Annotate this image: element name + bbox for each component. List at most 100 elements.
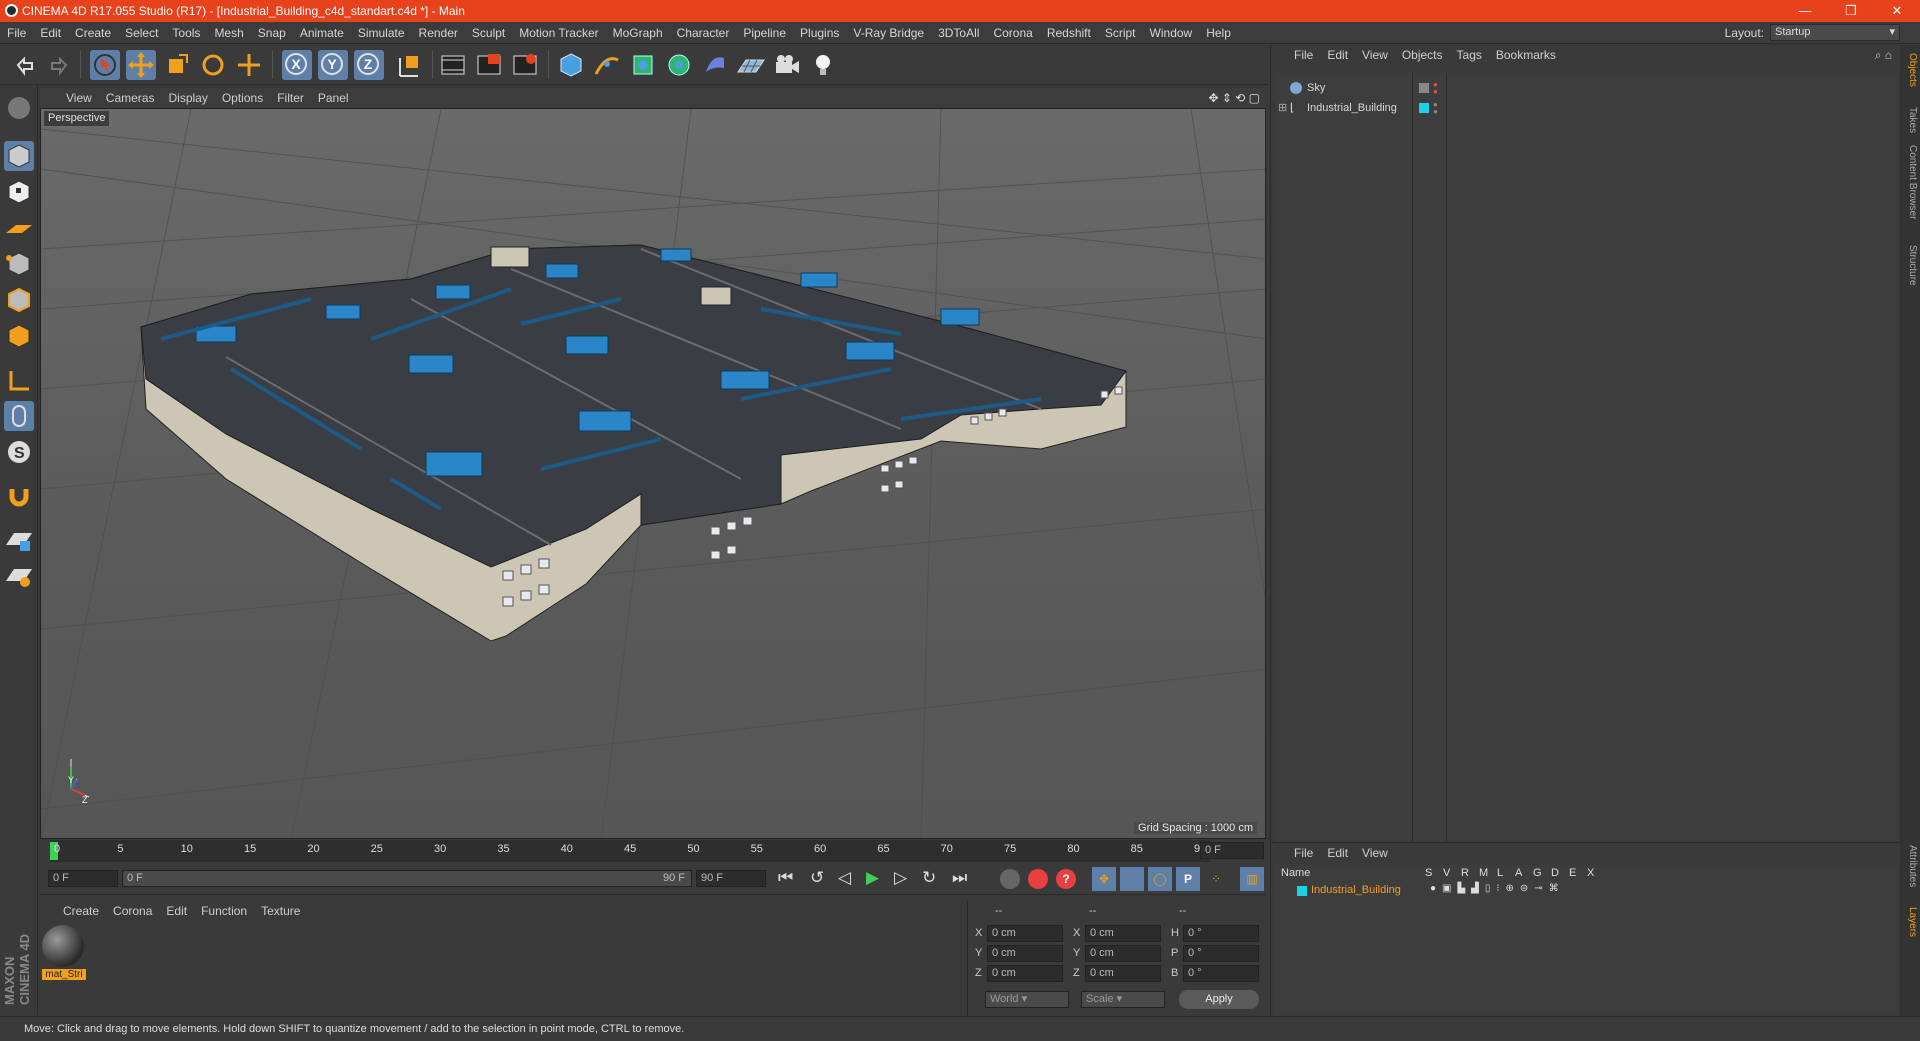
grid-lock-button[interactable] bbox=[4, 525, 34, 555]
selection-tool-button[interactable] bbox=[90, 50, 120, 80]
axis-mode-button[interactable] bbox=[4, 365, 34, 395]
texture-mode-button[interactable] bbox=[4, 177, 34, 207]
visibility-dots-icon[interactable]: ● ● bbox=[1433, 81, 1438, 96]
workplane-mode-button[interactable] bbox=[4, 213, 34, 243]
next-frame-button[interactable]: ▷ bbox=[894, 868, 907, 888]
layer-list[interactable]: Name S V R M L A G D E X Industrial_Building ●▣▙▟▯… bbox=[1275, 865, 1897, 1015]
close-button[interactable]: ✕ bbox=[1874, 0, 1920, 22]
apply-button[interactable]: Apply bbox=[1179, 990, 1259, 1009]
menu-corona[interactable]: Corona bbox=[986, 22, 1039, 44]
rotate-tool-button[interactable] bbox=[198, 50, 228, 80]
position-field[interactable]: 0 cm bbox=[987, 925, 1063, 942]
menu-edit[interactable]: Edit bbox=[33, 22, 68, 44]
menu-mograph[interactable]: MoGraph bbox=[606, 22, 670, 44]
size-field[interactable]: 0 cm bbox=[1085, 945, 1161, 962]
object-row-industrial-building[interactable]: ⊞ ⌊ Industrial_Building ● ● bbox=[1276, 99, 1438, 117]
tab-layers[interactable]: Layers bbox=[1902, 907, 1918, 937]
cloner-button[interactable] bbox=[664, 50, 694, 80]
key-pla-button[interactable]: ⁘ bbox=[1204, 867, 1228, 891]
object-menu-edit[interactable]: Edit bbox=[1320, 45, 1355, 65]
material-menu-create[interactable]: Create bbox=[56, 901, 106, 921]
tab-attributes[interactable]: Attributes bbox=[1902, 845, 1918, 887]
object-row-sky[interactable]: Sky ● ● bbox=[1276, 79, 1438, 97]
floor-object-button[interactable] bbox=[736, 50, 766, 80]
minimize-button[interactable]: — bbox=[1782, 0, 1828, 22]
make-editable-button[interactable] bbox=[4, 93, 34, 123]
position-field[interactable]: 0 cm bbox=[987, 965, 1063, 982]
layer-color-swatch[interactable] bbox=[1297, 886, 1307, 896]
deformer-button[interactable] bbox=[700, 50, 730, 80]
start-frame-field[interactable]: 0 F bbox=[48, 870, 118, 887]
grid-snap-button[interactable] bbox=[4, 561, 34, 591]
size-field[interactable]: 0 cm bbox=[1085, 965, 1161, 982]
x-axis-lock-button[interactable]: X bbox=[282, 50, 312, 80]
menu-snap[interactable]: Snap bbox=[251, 22, 293, 44]
menu-create[interactable]: Create bbox=[68, 22, 118, 44]
rotation-field[interactable]: 0 ° bbox=[1183, 965, 1259, 982]
key-rotation-button[interactable]: ◯ bbox=[1148, 867, 1172, 891]
timeline-ruler[interactable]: 051015202530354045505560657075808590 0 F bbox=[40, 840, 1266, 862]
maximize-button[interactable]: ❐ bbox=[1828, 0, 1874, 22]
object-menu-bookmarks[interactable]: Bookmarks bbox=[1489, 45, 1563, 65]
layer-menu-file[interactable]: File bbox=[1287, 843, 1320, 863]
coordinate-mode-select[interactable]: World ▾ bbox=[985, 991, 1069, 1008]
menu-render[interactable]: Render bbox=[412, 22, 465, 44]
viewport-menu-view[interactable]: View bbox=[40, 88, 99, 108]
object-menu-objects[interactable]: Objects bbox=[1395, 45, 1450, 65]
material-menu-corona[interactable]: Corona bbox=[106, 901, 159, 921]
menu-animate[interactable]: Animate bbox=[293, 22, 351, 44]
perspective-viewport[interactable]: Y Z Perspective Grid Spacing : 1000 cm bbox=[40, 108, 1266, 839]
undo-button[interactable] bbox=[10, 50, 40, 80]
tab-structure[interactable]: Structure bbox=[1902, 245, 1918, 286]
object-list[interactable]: Sky ● ● ⊞ ⌊ Industrial_Building ● ● bbox=[1276, 73, 1898, 843]
viewport-navigation-icons[interactable]: ✥ ⇕ ⟲ ▢ bbox=[1208, 91, 1260, 105]
tab-content-browser[interactable]: Content Browser bbox=[1902, 145, 1918, 219]
tweak-mode-button[interactable] bbox=[4, 401, 34, 431]
menu-script[interactable]: Script bbox=[1098, 22, 1143, 44]
redo-button[interactable] bbox=[44, 50, 74, 80]
autokey-button[interactable] bbox=[1028, 869, 1048, 889]
move-tool-button[interactable] bbox=[126, 50, 156, 80]
material-menu-function[interactable]: Function bbox=[194, 901, 254, 921]
viewport-menu-panel[interactable]: Panel bbox=[311, 88, 356, 108]
keyframe-selection-button[interactable]: ? bbox=[1056, 869, 1076, 889]
magnet-tool-button[interactable] bbox=[4, 481, 34, 511]
light-object-button[interactable] bbox=[808, 50, 838, 80]
previous-frame-button[interactable]: ◁ bbox=[838, 868, 851, 888]
menu-window[interactable]: Window bbox=[1143, 22, 1200, 44]
menu-plugins[interactable]: Plugins bbox=[793, 22, 846, 44]
viewport-menu-options[interactable]: Options bbox=[215, 88, 270, 108]
material-menu-edit[interactable]: Edit bbox=[159, 901, 194, 921]
layer-row[interactable]: Industrial_Building ●▣▙▟▯⁝⊕⊜⊸⌘ bbox=[1275, 883, 1897, 899]
polygons-mode-button[interactable] bbox=[4, 321, 34, 351]
menu-3dtoall[interactable]: 3DToAll bbox=[931, 22, 986, 44]
rotation-field[interactable]: 0 ° bbox=[1183, 925, 1259, 942]
layer-toggle-icons[interactable]: ●▣▙▟▯⁝⊕⊜⊸⌘ bbox=[1430, 883, 1565, 894]
scale-mode-select[interactable]: Scale ▾ bbox=[1081, 991, 1165, 1008]
spline-pen-button[interactable] bbox=[592, 50, 622, 80]
play-button[interactable]: ▶ bbox=[866, 868, 879, 888]
rotation-field[interactable]: 0 ° bbox=[1183, 945, 1259, 962]
coordinate-system-button[interactable] bbox=[394, 50, 424, 80]
layer-menu-edit[interactable]: Edit bbox=[1320, 843, 1355, 863]
edges-mode-button[interactable] bbox=[4, 285, 34, 315]
menu-select[interactable]: Select bbox=[118, 22, 165, 44]
key-position-button[interactable]: ✥ bbox=[1092, 867, 1116, 891]
menu-pipeline[interactable]: Pipeline bbox=[736, 22, 793, 44]
points-mode-button[interactable] bbox=[4, 249, 34, 279]
timeline-window-button[interactable]: ▥ bbox=[1240, 867, 1264, 891]
position-field[interactable]: 0 cm bbox=[987, 945, 1063, 962]
current-frame-field[interactable]: 0 F bbox=[1200, 842, 1264, 859]
previous-keyframe-button[interactable]: ↺ bbox=[810, 868, 824, 888]
record-keys-button[interactable] bbox=[1000, 869, 1020, 889]
viewport-menu-display[interactable]: Display bbox=[161, 88, 214, 108]
tab-objects[interactable]: Objects bbox=[1902, 53, 1918, 87]
menu-simulate[interactable]: Simulate bbox=[351, 22, 412, 44]
size-field[interactable]: 0 cm bbox=[1085, 925, 1161, 942]
menu-file[interactable]: File bbox=[0, 22, 33, 44]
key-scale-button[interactable] bbox=[1120, 867, 1144, 891]
viewport-menu-cameras[interactable]: Cameras bbox=[99, 88, 162, 108]
visibility-dots-icon[interactable]: ● ● bbox=[1433, 101, 1438, 116]
snap-settings-button[interactable]: S bbox=[4, 437, 34, 467]
menu-help[interactable]: Help bbox=[1199, 22, 1238, 44]
